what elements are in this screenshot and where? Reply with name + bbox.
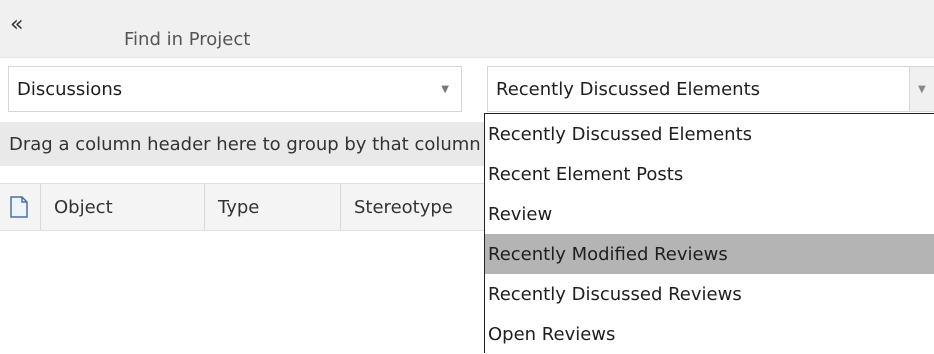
search-category-value: Discussions — [17, 79, 123, 100]
dropdown-item-label: Review — [488, 204, 553, 225]
collapse-icon[interactable]: « — [10, 14, 36, 40]
search-dropdown-list[interactable]: Recently Discussed Elements Recent Eleme… — [484, 113, 934, 353]
toolbar: « Find in Project — [0, 0, 934, 58]
column-header-stereotype[interactable]: Stereotype — [341, 184, 486, 230]
dropdown-item[interactable]: Recent Element Posts — [485, 154, 934, 194]
group-by-hint: Drag a column header here to group by th… — [9, 134, 481, 155]
dropdown-item-label: Recently Modified Reviews — [488, 244, 728, 265]
search-value: Recently Discussed Elements — [496, 79, 761, 100]
column-header-label: Type — [218, 197, 260, 218]
chevron-down-icon: ▼ — [918, 84, 926, 95]
dropdown-item[interactable]: Recently Discussed Reviews — [485, 274, 934, 314]
dropdown-button[interactable]: ▼ — [909, 67, 934, 111]
search-category-select[interactable]: Discussions ▼ — [8, 66, 462, 112]
dropdown-item-label: Open Reviews — [488, 324, 616, 345]
dropdown-item[interactable]: Review — [485, 194, 934, 234]
column-header-type[interactable]: Type — [205, 184, 341, 230]
group-by-bar[interactable]: Drag a column header here to group by th… — [0, 122, 486, 166]
dropdown-item-selected[interactable]: Recently Modified Reviews — [485, 234, 934, 274]
chevron-down-icon[interactable]: ▼ — [441, 84, 449, 95]
search-select[interactable]: Recently Discussed Elements ▼ — [487, 66, 934, 112]
page-title: Find in Project — [124, 29, 251, 50]
dropdown-item[interactable]: Open Reviews — [485, 314, 934, 354]
column-header-object[interactable]: Object — [41, 184, 205, 230]
document-icon — [10, 196, 28, 218]
dropdown-item[interactable]: Recently Discussed Elements — [485, 114, 934, 154]
column-header-icon[interactable] — [0, 184, 41, 230]
column-header-label: Object — [54, 197, 113, 218]
column-header-row: Object Type Stereotype — [0, 183, 486, 231]
dropdown-item-label: Recent Element Posts — [488, 164, 684, 185]
dropdown-item-label: Recently Discussed Elements — [488, 124, 753, 145]
column-header-label: Stereotype — [354, 197, 453, 218]
dropdown-item-label: Recently Discussed Reviews — [488, 284, 742, 305]
